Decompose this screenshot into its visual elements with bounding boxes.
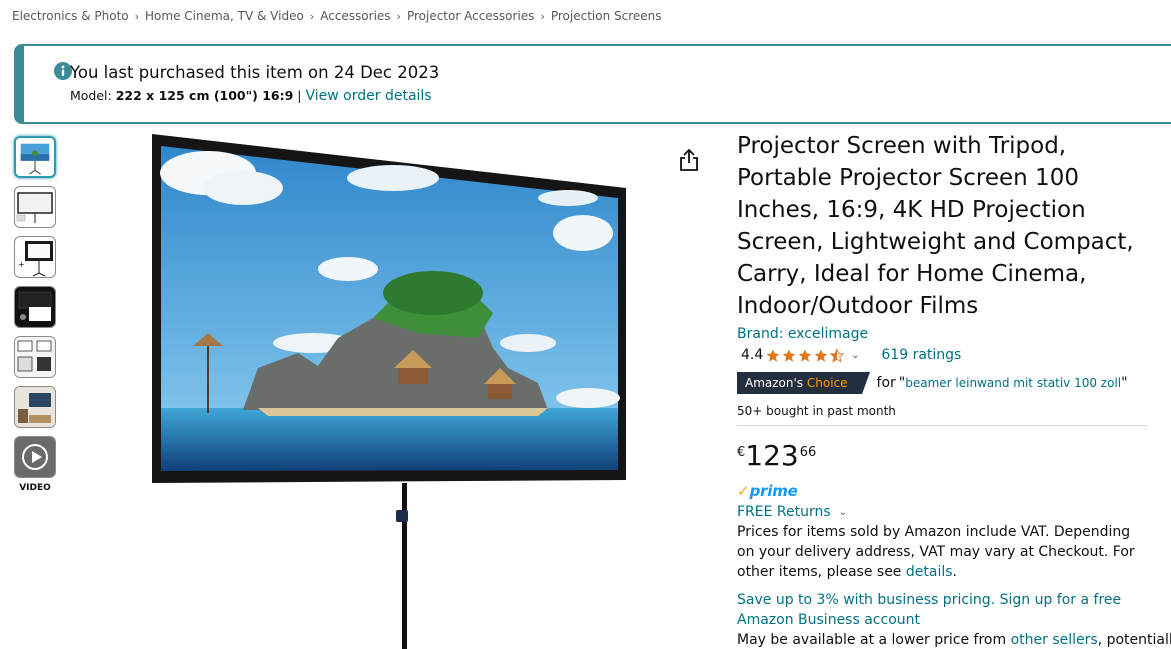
model-value: 222 x 125 cm (100") 16:9: [115, 88, 294, 103]
bought-past-month: 50+ bought in past month: [737, 404, 896, 418]
breadcrumb-projector-accessories[interactable]: Projector Accessories: [407, 9, 534, 23]
product-details: Projector Screen with Tripod, Portable P…: [737, 130, 1171, 649]
prime-logo: prime: [749, 482, 798, 500]
star-icon: [814, 348, 828, 362]
lower-text: May be available at a lower price from: [737, 632, 1011, 648]
breadcrumb-separator: ›: [134, 9, 140, 23]
breadcrumb-electronics[interactable]: Electronics & Photo: [12, 9, 129, 23]
free-returns[interactable]: FREE Returns ⌄: [737, 502, 1162, 522]
price-currency: €: [737, 445, 746, 460]
star-half-icon: [829, 347, 845, 363]
thumbnail-3[interactable]: +: [14, 236, 56, 278]
main-product-image[interactable]: [148, 128, 633, 649]
purchase-title: You last purchased this item on 24 Dec 2…: [70, 63, 440, 82]
star-icon: [782, 348, 796, 362]
product-title: Projector Screen with Tripod, Portable P…: [737, 133, 1134, 319]
breadcrumb: Electronics & Photo › Home Cinema, TV & …: [12, 9, 662, 23]
price: € 123 66: [737, 439, 1162, 473]
thumbnail-5[interactable]: [14, 336, 56, 378]
ratings-count-link[interactable]: 619 ratings: [881, 347, 961, 363]
breadcrumb-separator: ›: [540, 9, 545, 23]
breadcrumb-accessories[interactable]: Accessories: [320, 9, 390, 23]
svg-text:+: +: [18, 260, 25, 269]
choice-keyword-link[interactable]: beamer leinwand mit stativ 100 zoll: [905, 376, 1121, 390]
star-icon: [766, 348, 780, 362]
thumbnail-2[interactable]: [14, 186, 56, 228]
choice-for-label: for: [876, 375, 896, 391]
rating-row: 4.4 ⌄ 619 ratings: [737, 344, 1162, 366]
view-order-details-link[interactable]: View order details: [306, 88, 432, 104]
thumbnail-4[interactable]: [14, 286, 56, 328]
breadcrumb-home-cinema[interactable]: Home Cinema, TV & Video: [145, 9, 304, 23]
free-returns-label[interactable]: FREE Returns: [737, 504, 831, 520]
thumbnail-6[interactable]: [14, 386, 56, 428]
purchase-history-banner: You last purchased this item on 24 Dec 2…: [14, 44, 1171, 124]
star-rating[interactable]: [765, 347, 845, 363]
breadcrumb-projection-screens[interactable]: Projection Screens: [551, 9, 662, 23]
thumbnail-1[interactable]: [14, 136, 56, 178]
breadcrumb-separator: ›: [309, 9, 315, 23]
amazons-choice-row: Amazon's Choice for "beamer leinwand mit…: [737, 372, 1162, 394]
price-fraction: 66: [799, 445, 817, 460]
rating-value: 4.4: [741, 347, 764, 363]
image-thumbnails: +: [14, 136, 56, 486]
lower-text-end: , potentially: [1097, 632, 1171, 648]
play-icon: [15, 437, 55, 477]
vat-details-link[interactable]: details: [906, 564, 953, 580]
business-pricing-link[interactable]: Save up to 3% with business pricing. Sig…: [737, 590, 1152, 630]
breadcrumb-separator: ›: [396, 9, 401, 23]
chevron-down-icon[interactable]: ⌄: [851, 350, 859, 361]
model-separator: |: [297, 88, 302, 103]
chevron-down-icon[interactable]: ⌄: [839, 507, 847, 518]
model-label: Model:: [70, 88, 112, 103]
lower-price-notice: May be available at a lower price from o…: [737, 630, 1171, 649]
vat-end: .: [952, 564, 957, 580]
thumbnail-video[interactable]: [14, 436, 56, 478]
other-sellers-link[interactable]: other sellers: [1011, 632, 1098, 648]
prime-check-icon: ✓: [737, 482, 750, 500]
choice-badge-accent: Choice: [806, 376, 848, 390]
video-label: VIDEO: [19, 483, 51, 493]
choice-quote-close: ": [1121, 375, 1128, 391]
prime-badge: ✓ prime: [737, 481, 1162, 501]
star-icon: [798, 348, 812, 362]
amazons-choice-badge: Amazon's Choice: [737, 372, 870, 394]
divider: [737, 425, 1148, 426]
choice-term: "beamer leinwand mit stativ 100 zoll": [899, 375, 1128, 391]
share-icon[interactable]: [678, 148, 700, 172]
choice-badge-prefix: Amazon's: [745, 376, 804, 390]
brand-link[interactable]: Brand: excelimage: [737, 326, 1162, 342]
vat-notice: Prices for items sold by Amazon include …: [737, 522, 1152, 582]
purchase-model: Model: 222 x 125 cm (100") 16:9 | View o…: [70, 88, 432, 104]
price-whole: 123: [745, 439, 799, 472]
